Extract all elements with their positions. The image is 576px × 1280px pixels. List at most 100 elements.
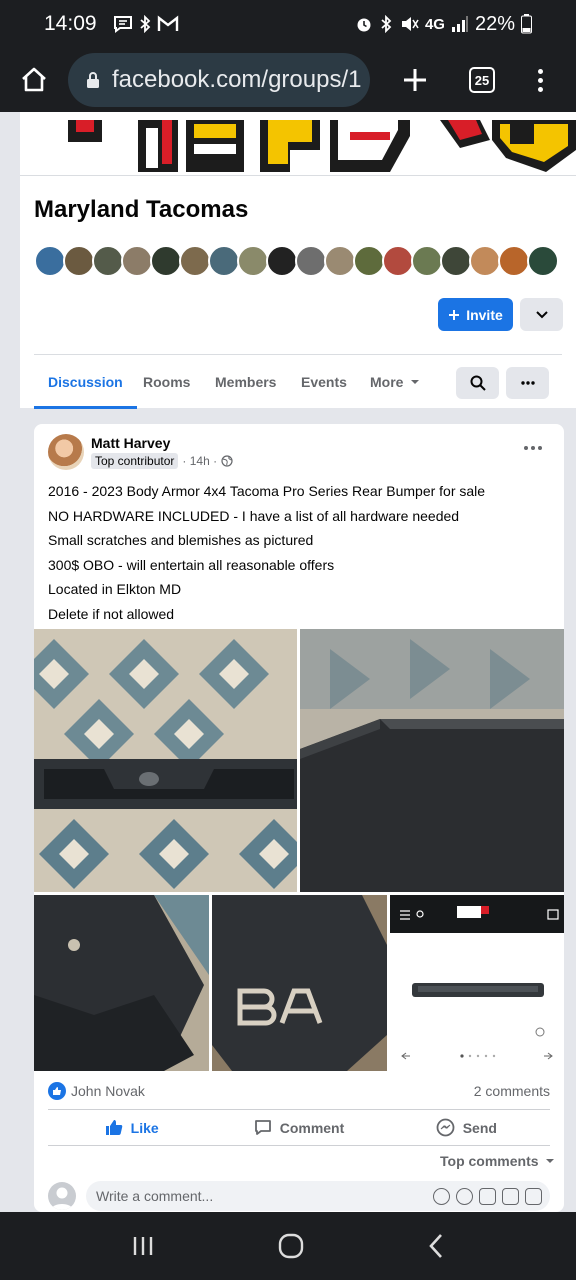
reactor-name[interactable]: John Novak — [71, 1083, 145, 1099]
post-options-button[interactable] — [524, 446, 542, 450]
chat-notification-icon — [113, 16, 132, 33]
tab-members[interactable]: Members — [215, 355, 276, 409]
reactions-bar: John Novak 2 comments — [48, 1076, 550, 1106]
browser-toolbar: facebook.com/groups/1 25 — [0, 48, 576, 112]
top-contributor-badge[interactable]: Top contributor — [91, 453, 179, 469]
gmail-icon — [157, 15, 178, 31]
tab-switcher-button[interactable]: 25 — [460, 48, 504, 112]
post-line: 2016 - 2023 Body Armor 4x4 Tacoma Pro Se… — [48, 483, 486, 499]
battery-level: 22% — [474, 12, 515, 35]
url-text: facebook.com/groups/1 — [112, 66, 362, 93]
member-avatar — [382, 245, 414, 277]
post-photo[interactable] — [34, 629, 297, 892]
status-bar: 14:09 4G 22% — [0, 0, 576, 48]
member-avatar — [324, 245, 356, 277]
address-bar[interactable]: facebook.com/groups/1 — [68, 53, 370, 107]
more-horizontal-icon — [520, 381, 535, 385]
post-line: Located in Elkton MD — [48, 581, 182, 598]
like-reaction-icon[interactable] — [48, 1082, 66, 1100]
post-meta: Top contributor · 14h · — [91, 453, 233, 469]
sticker-icon[interactable] — [525, 1187, 542, 1205]
post-actions: Like Comment Send — [48, 1109, 550, 1146]
lock-icon — [87, 72, 99, 88]
comment-placeholder: Write a comment... — [96, 1188, 214, 1204]
gif-icon[interactable] — [502, 1187, 519, 1205]
post-line: Small scratches and blemishes as picture… — [48, 532, 314, 549]
bumper-closeup-photo — [300, 629, 564, 892]
network-type: 4G — [424, 15, 445, 33]
battery-icon — [521, 14, 532, 34]
member-avatar — [440, 245, 472, 277]
tab-rooms[interactable]: Rooms — [143, 355, 190, 409]
group-cover-photo[interactable] — [20, 120, 576, 176]
menu-dot — [537, 86, 543, 92]
post-time[interactable]: · 14h · — [182, 454, 217, 468]
back-icon[interactable] — [427, 1233, 445, 1259]
post-line: NO HARDWARE INCLUDED - I have a list of … — [48, 507, 460, 524]
like-button[interactable]: Like — [48, 1110, 215, 1145]
emoji-icon[interactable] — [456, 1187, 473, 1205]
bluetooth-icon — [139, 15, 150, 33]
member-avatar — [34, 245, 66, 277]
browser-menu-button[interactable] — [504, 48, 576, 112]
post-photo[interactable] — [212, 895, 387, 1071]
post-photo[interactable] — [300, 629, 564, 892]
tab-events[interactable]: Events — [301, 355, 347, 409]
cover-graphic — [68, 120, 576, 172]
post-photo[interactable] — [34, 895, 209, 1071]
invite-label: Invite — [466, 306, 503, 323]
comment-input[interactable]: Write a comment... — [86, 1181, 550, 1211]
group-name[interactable]: Maryland Tacomas — [34, 196, 248, 224]
comment-sort-dropdown[interactable]: Top comments — [440, 1153, 555, 1169]
member-avatar — [150, 245, 182, 277]
post-body: 2016 - 2023 Body Armor 4x4 Tacoma Pro Se… — [48, 479, 548, 627]
group-search-button[interactable] — [456, 367, 499, 399]
body-armor-website-photo — [390, 895, 564, 1060]
comment-label: Comment — [279, 1119, 345, 1136]
search-icon — [470, 375, 486, 391]
recent-apps-icon[interactable] — [131, 1235, 155, 1257]
tab-discussion[interactable]: Discussion — [34, 355, 137, 409]
chevron-down-icon — [535, 310, 548, 318]
comment-button[interactable]: Comment — [215, 1110, 382, 1145]
comments-count[interactable]: 2 comments — [474, 1083, 550, 1099]
home-button[interactable] — [0, 48, 68, 112]
author-avatar[interactable] — [48, 434, 84, 470]
home-icon[interactable] — [278, 1233, 304, 1259]
tab-more[interactable]: More — [370, 355, 422, 409]
invite-button[interactable]: Invite — [438, 298, 513, 331]
post-photos — [34, 629, 564, 1071]
bumper-logo-photo — [212, 895, 387, 1071]
member-avatar — [208, 245, 240, 277]
post-card: Matt Harvey Top contributor · 14h · 2016… — [34, 424, 564, 1212]
post-photo[interactable] — [390, 895, 564, 1071]
send-label: Send — [462, 1119, 497, 1136]
comment-icon — [254, 1120, 271, 1135]
bluetooth-icon — [381, 15, 392, 33]
camera-icon[interactable] — [479, 1187, 496, 1205]
member-avatars[interactable] — [34, 245, 559, 277]
avatar-sticker-icon[interactable] — [433, 1187, 450, 1205]
tab-more-label: More — [370, 374, 404, 390]
member-avatar — [498, 245, 530, 277]
system-navigation-bar — [0, 1212, 576, 1280]
signal-icon — [451, 16, 468, 32]
group-more-button[interactable] — [506, 367, 549, 399]
menu-dot — [538, 446, 542, 450]
clock: 14:09 — [44, 12, 97, 35]
alarm-icon — [357, 18, 371, 32]
send-button[interactable]: Send — [383, 1110, 550, 1145]
group-options-dropdown[interactable] — [520, 298, 563, 331]
group-tabs: Discussion Rooms Members Events More — [34, 354, 562, 409]
member-avatar — [527, 245, 559, 277]
messenger-icon — [436, 1118, 455, 1137]
member-avatar — [121, 245, 153, 277]
thumbs-up-icon — [105, 1120, 122, 1135]
current-user-avatar[interactable] — [48, 1182, 76, 1210]
post-author[interactable]: Matt Harvey — [91, 435, 170, 451]
plus-icon — [404, 69, 426, 91]
member-avatar — [295, 245, 327, 277]
menu-dot — [531, 446, 535, 450]
new-tab-button[interactable] — [370, 48, 460, 112]
mute-icon — [401, 17, 419, 31]
